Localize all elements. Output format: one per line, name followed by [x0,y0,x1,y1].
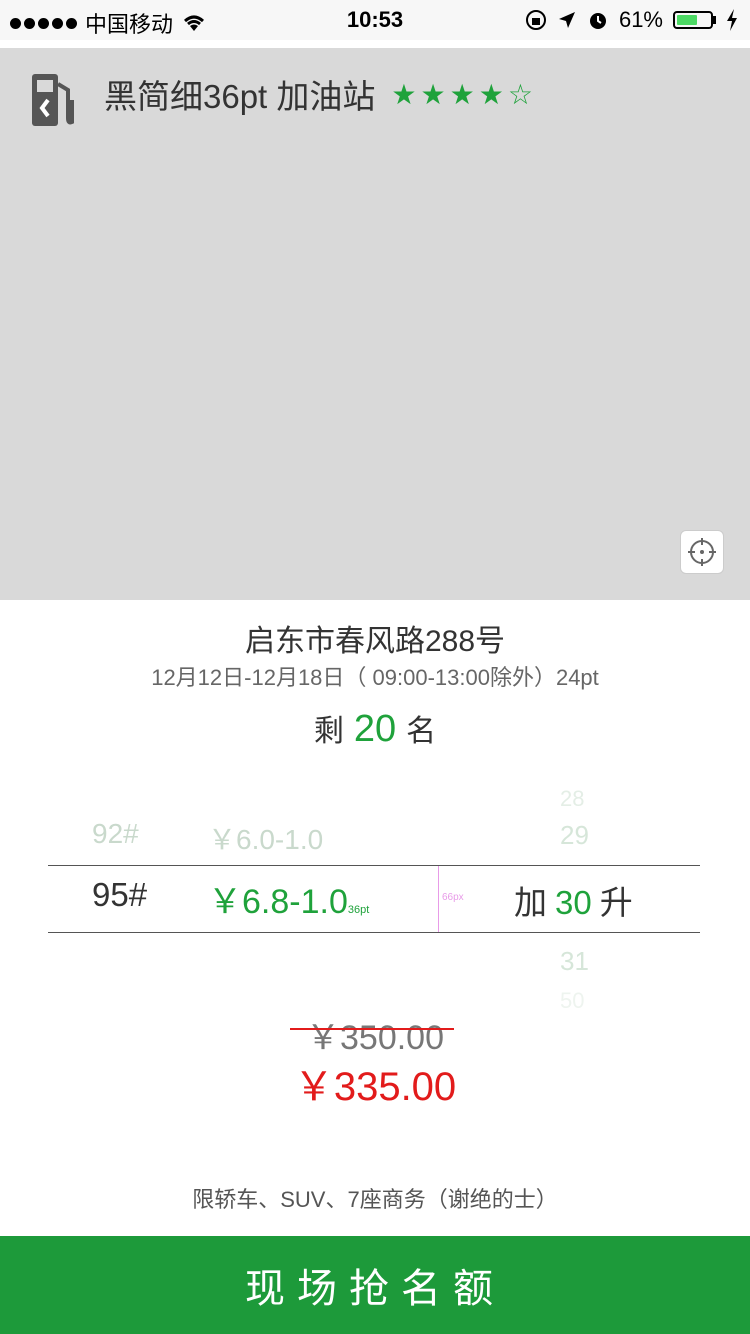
location-arrow-icon [558,12,575,28]
quantity-option[interactable]: 28 [560,786,584,812]
vehicle-restriction: 限轿车、SUV、7座商务（谢绝的士） [192,1187,558,1212]
quantity-prefix: 加 [514,884,547,921]
selected-price-value: ￥6.8-1.0 [208,883,348,921]
original-price: ￥350.00 [306,1019,444,1057]
station-name: 黑简细36pt 加油站 [104,78,376,115]
remaining-count: 20 [353,708,397,750]
charging-bolt-icon [727,9,737,31]
price-note: 36pt [347,904,370,916]
strikethrough-line [290,1028,454,1030]
rotation-lock-icon [525,10,546,30]
battery-fill [677,15,697,25]
remaining-prefix: 剩 [313,715,344,748]
battery-percent: 61% [618,7,663,32]
gas-pump-back-icon[interactable] [28,70,78,130]
picker-top-divider [48,865,700,866]
station-title: 黑简细36pt 加油站 ★★★★☆ [104,70,537,118]
battery-icon [673,11,713,29]
picker-bottom-divider [48,932,700,933]
fuel-grade: 92# [92,818,139,849]
rating-stars: ★★★★☆ [391,78,537,110]
alarm-icon [589,13,606,29]
grab-quota-button[interactable]: 现场抢名额 [0,1236,750,1334]
guide-label: 66px [442,892,464,903]
remaining-suffix: 名 [406,715,437,748]
fuel-option-row[interactable]: 92# ￥6.0-1.0 [48,818,700,855]
discounted-price: ￥335.00 [293,1065,457,1109]
date-range: 12月12日-12月18日（ 09:00-13:00除外）24pt [151,665,599,690]
quantity-option[interactable]: 31 [560,946,589,977]
quantity-suffix: 升 [599,884,633,921]
quantity-value: 30 [555,884,592,921]
battery-tip [713,16,716,24]
selected-fuel-grade[interactable]: 95# [92,876,147,914]
selected-quantity[interactable]: 加 30 升 [514,876,633,924]
status-bar: 中国移动 10:53 61% [0,0,750,40]
crosshair-icon [688,538,716,566]
remaining-quota: 剩 20 名 [0,706,750,751]
station-address: 启东市春风路288号 [244,625,506,658]
status-right: 61% [525,7,738,33]
fuel-price: ￥6.0-1.0 [208,824,324,855]
guide-line [438,866,439,932]
locate-button[interactable] [680,530,724,574]
map-area[interactable]: 黑简细36pt 加油站 ★★★★☆ [0,48,750,600]
selected-fuel-price[interactable]: ￥6.8-1.036pt [208,874,369,923]
